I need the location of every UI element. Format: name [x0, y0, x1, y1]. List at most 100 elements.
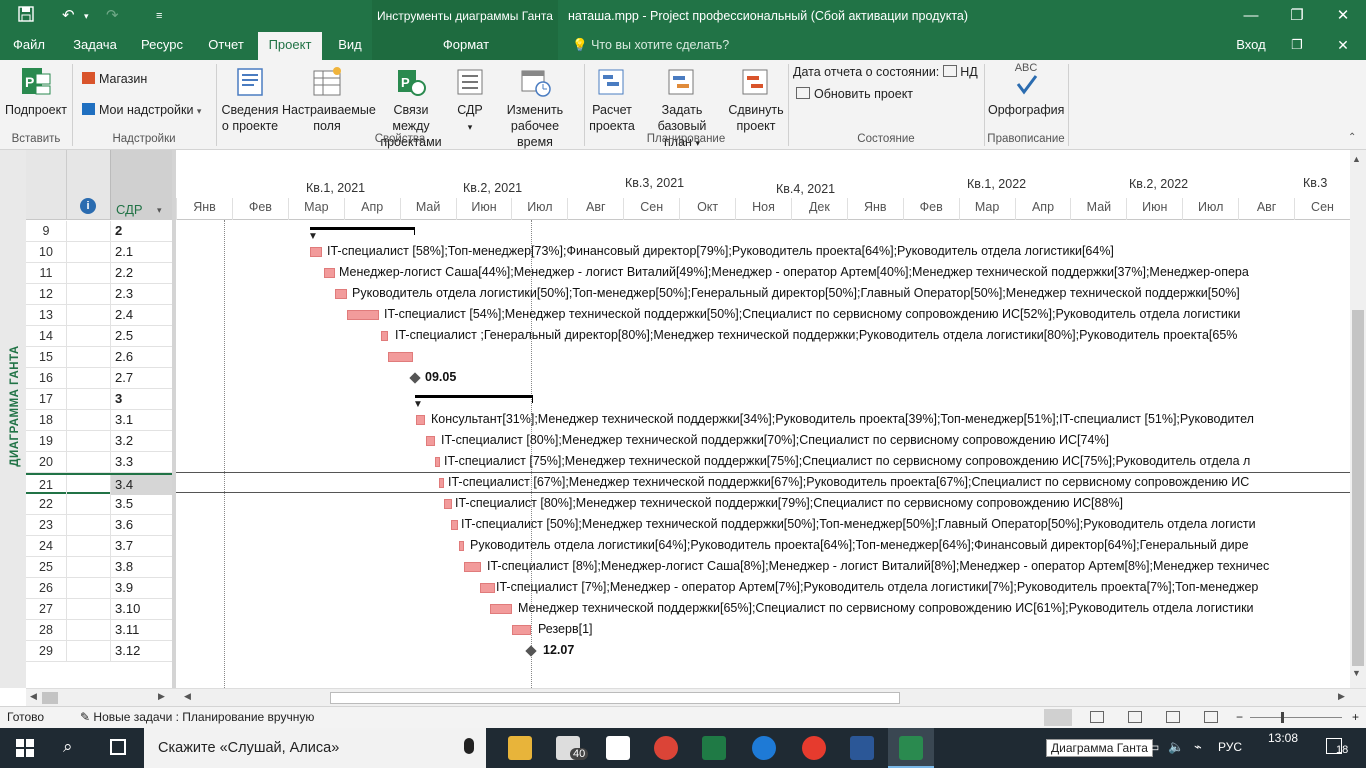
new-tasks-mode[interactable]: ✎ Новые задачи : Планирование вручную [80, 707, 314, 728]
vertical-scroll-thumb[interactable] [1352, 310, 1364, 666]
task-bar[interactable] [451, 520, 458, 530]
milestone-icon[interactable] [525, 645, 537, 657]
collapse-ribbon-icon[interactable]: ⌃ [1348, 132, 1356, 143]
table-row[interactable]: 19 3.2 [26, 431, 172, 452]
update-project-button[interactable]: Обновить проект [796, 85, 913, 103]
row-number[interactable]: 14 [26, 326, 66, 346]
move-project-button[interactable]: Сдвинуть проект [728, 66, 784, 134]
excel-icon[interactable] [702, 736, 726, 760]
tab-report[interactable]: Отчет [200, 32, 252, 60]
row-number[interactable]: 19 [26, 431, 66, 451]
wbs-cell[interactable]: 3.12 [110, 641, 172, 661]
task-bar[interactable] [435, 457, 440, 467]
row-number[interactable]: 17 [26, 389, 66, 409]
row-number[interactable]: 28 [26, 620, 66, 640]
row-number[interactable]: 12 [26, 284, 66, 304]
undo-dropdown-icon[interactable]: ▾ [84, 6, 89, 26]
task-view-icon[interactable] [110, 739, 126, 755]
report-icon[interactable] [1204, 711, 1218, 723]
wbs-cell[interactable]: 3.6 [110, 515, 172, 535]
store-app-icon[interactable] [606, 736, 630, 760]
table-row[interactable]: 21 3.4 [26, 473, 172, 495]
zoom-slider[interactable] [1250, 717, 1342, 718]
zoom-out-icon[interactable]: − [1236, 707, 1243, 728]
table-row[interactable]: 26 3.9 [26, 578, 172, 599]
task-bar[interactable] [388, 352, 413, 362]
wbs-cell[interactable]: 2.5 [110, 326, 172, 346]
table-row[interactable]: 15 2.6 [26, 347, 172, 368]
tab-file[interactable]: Файл [6, 32, 52, 60]
table-row[interactable]: 23 3.6 [26, 515, 172, 536]
cortana-search-box[interactable]: Скажите «Слушай, Алиса» [144, 728, 486, 768]
summary-bar[interactable] [310, 227, 414, 230]
windows-start-icon[interactable] [16, 739, 34, 760]
volume-icon[interactable]: 🔈 [1168, 739, 1184, 755]
row-number[interactable]: 18 [26, 410, 66, 430]
zoom-slider-thumb[interactable] [1281, 712, 1284, 723]
gantt-view-icon[interactable] [1044, 709, 1072, 726]
search-icon[interactable]: ⌕ [63, 737, 73, 757]
undo-icon[interactable]: ↶ [62, 6, 75, 26]
task-bar[interactable] [335, 289, 347, 299]
row-number[interactable]: 29 [26, 641, 66, 661]
task-bar[interactable] [512, 625, 531, 635]
row-number[interactable]: 10 [26, 242, 66, 262]
my-addins-button[interactable]: Мои надстройки ▾ [82, 101, 201, 120]
row-number[interactable]: 23 [26, 515, 66, 535]
wbs-cell[interactable]: 3.2 [110, 431, 172, 451]
row-number[interactable]: 21 [26, 475, 66, 495]
table-row[interactable]: 18 3.1 [26, 410, 172, 431]
battery-icon[interactable]: ▭ [1148, 740, 1159, 754]
subproject-button[interactable]: P Подпроект [2, 66, 70, 118]
table-row[interactable]: 20 3.3 [26, 452, 172, 473]
ribbon-close-icon[interactable]: ✕ [1330, 32, 1356, 60]
wbs-cell[interactable]: 3.9 [110, 578, 172, 598]
edge-icon[interactable] [752, 736, 776, 760]
table-row[interactable]: 27 3.10 [26, 599, 172, 620]
row-number[interactable]: 9 [26, 221, 66, 241]
scroll-left-icon[interactable]: ◀ [30, 691, 37, 702]
chart-scroll-thumb[interactable] [330, 692, 900, 704]
row-number[interactable]: 11 [26, 263, 66, 283]
table-row[interactable]: 12 2.3 [26, 284, 172, 305]
wbs-cell[interactable]: 2.6 [110, 347, 172, 367]
row-number[interactable]: 22 [26, 494, 66, 514]
row-number[interactable]: 20 [26, 452, 66, 472]
column-header-wbs[interactable]: СДР [116, 202, 143, 217]
column-filter-icon[interactable]: ▾ [157, 205, 162, 216]
scroll-up-icon[interactable]: ▲ [1352, 154, 1361, 164]
spelling-button[interactable]: ABC Орфография [988, 62, 1064, 118]
tab-view[interactable]: Вид [330, 32, 370, 60]
project-info-button[interactable]: Сведения о проекте [220, 66, 280, 134]
yandex-browser-icon[interactable] [802, 736, 826, 760]
table-row[interactable]: 25 3.8 [26, 557, 172, 578]
table-row[interactable]: 11 2.2 [26, 263, 172, 284]
task-bar[interactable] [310, 247, 322, 257]
close-button[interactable]: ✕ [1320, 0, 1366, 32]
chrome-icon[interactable] [654, 736, 678, 760]
wbs-cell[interactable]: 3.7 [110, 536, 172, 556]
task-bar[interactable] [490, 604, 512, 614]
table-row[interactable]: 92 [26, 221, 172, 242]
tab-resource[interactable]: Ресурс [134, 32, 190, 60]
microphone-icon[interactable] [464, 738, 474, 754]
wbs-cell[interactable]: 2.1 [110, 242, 172, 262]
scroll-right-icon[interactable]: ▶ [158, 691, 165, 702]
signin-link[interactable]: Вход [1228, 32, 1274, 60]
task-bar[interactable] [426, 436, 435, 446]
save-icon[interactable] [18, 6, 34, 28]
row-number[interactable]: 16 [26, 368, 66, 388]
tab-task[interactable]: Задача [66, 32, 124, 60]
chart-scroll-left-icon[interactable]: ◀ [184, 691, 191, 702]
vertical-scrollbar[interactable]: ▲ ▼ [1350, 150, 1366, 688]
team-planner-icon[interactable] [1128, 711, 1142, 723]
word-icon[interactable] [850, 736, 874, 760]
resource-sheet-icon[interactable] [1166, 711, 1180, 723]
custom-fields-button[interactable]: Настраиваемые поля [282, 66, 376, 134]
table-row[interactable]: 14 2.5 [26, 326, 172, 347]
minimize-button[interactable]: — [1228, 0, 1274, 32]
wbs-cell[interactable]: 3 [110, 389, 172, 409]
wbs-button[interactable]: СДР ▾ [450, 66, 490, 135]
wbs-cell[interactable]: 3.4 [110, 475, 172, 495]
wbs-cell[interactable]: 2.7 [110, 368, 172, 388]
